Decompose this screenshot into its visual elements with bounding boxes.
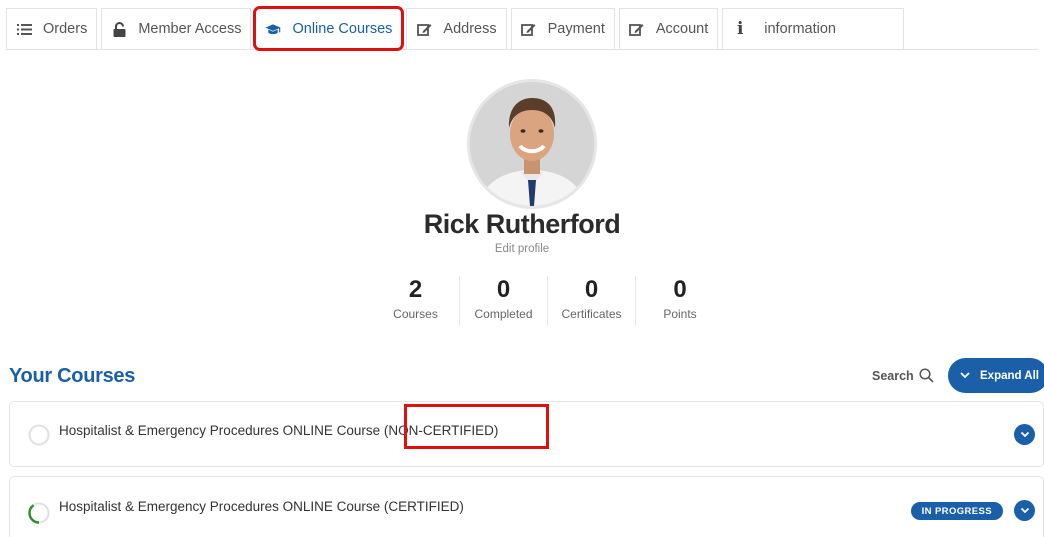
edit-icon	[521, 21, 537, 37]
tab-account[interactable]: Account	[618, 8, 719, 49]
tab-information[interactable]: i information	[722, 8, 904, 49]
avatar	[467, 79, 597, 209]
chevron-down-icon	[1020, 431, 1029, 438]
tab-label: Payment	[547, 21, 605, 37]
tab-label: Orders	[43, 21, 88, 37]
tab-member-access[interactable]: Member Access	[101, 8, 252, 49]
profile-name: Rick Rutherford	[423, 209, 621, 239]
profile-stats: 2 Courses 0 Completed 0 Certificates 0 P…	[372, 276, 724, 326]
lock-icon	[111, 21, 127, 37]
stat-certificates: 0 Certificates	[548, 276, 636, 326]
annotation-highlight-box	[404, 404, 549, 449]
stat-value: 0	[673, 276, 687, 303]
stat-label: Points	[663, 307, 697, 321]
progress-ring-icon	[28, 502, 50, 524]
stat-label: Certificates	[561, 307, 622, 321]
stat-completed: 0 Completed	[460, 276, 548, 326]
progress-ring-icon	[28, 424, 50, 446]
stat-courses: 2 Courses	[372, 276, 460, 326]
stat-value: 2	[408, 276, 423, 303]
tab-label: Online Courses	[292, 21, 393, 37]
edit-icon	[629, 21, 645, 37]
tab-address[interactable]: Address	[406, 8, 507, 49]
list-icon	[16, 21, 32, 37]
tab-orders[interactable]: Orders	[6, 8, 98, 49]
chevron-down-icon	[1020, 507, 1029, 514]
course-expand-toggle[interactable]	[1014, 424, 1035, 445]
stat-points: 0 Points	[636, 276, 724, 326]
status-badge: IN PROGRESS	[910, 502, 1003, 520]
tab-online-courses[interactable]: Online Courses	[253, 6, 405, 51]
stat-value: 0	[584, 276, 599, 303]
your-courses-title: Your Courses	[9, 365, 136, 387]
account-tabs: Orders Member Access Online Courses Addr…	[6, 6, 1038, 51]
tab-label: Account	[655, 21, 709, 37]
search-label: Search	[872, 368, 914, 383]
edit-profile-link[interactable]: Edit profile	[0, 243, 1044, 255]
stat-value: 0	[496, 276, 511, 303]
expand-all-label: Expand All	[980, 369, 1039, 382]
edit-icon	[416, 21, 432, 37]
tab-label: information	[764, 21, 836, 37]
info-icon: i	[737, 19, 744, 39]
tab-payment[interactable]: Payment	[510, 8, 615, 49]
search-icon	[919, 368, 934, 383]
course-title: Hospitalist & Emergency Procedures ONLIN…	[59, 499, 464, 514]
search-button[interactable]: Search	[872, 368, 934, 383]
stat-label: Completed	[474, 307, 533, 321]
stat-label: Courses	[393, 307, 438, 321]
course-card[interactable]: Hospitalist & Emergency Procedures ONLIN…	[9, 476, 1044, 537]
tab-label: Address	[443, 21, 497, 37]
chevron-down-icon	[960, 372, 970, 379]
course-expand-toggle[interactable]	[1014, 500, 1035, 521]
tab-label: Member Access	[138, 21, 242, 37]
graduation-cap-icon	[265, 21, 282, 37]
expand-all-button[interactable]: Expand All	[948, 358, 1044, 393]
